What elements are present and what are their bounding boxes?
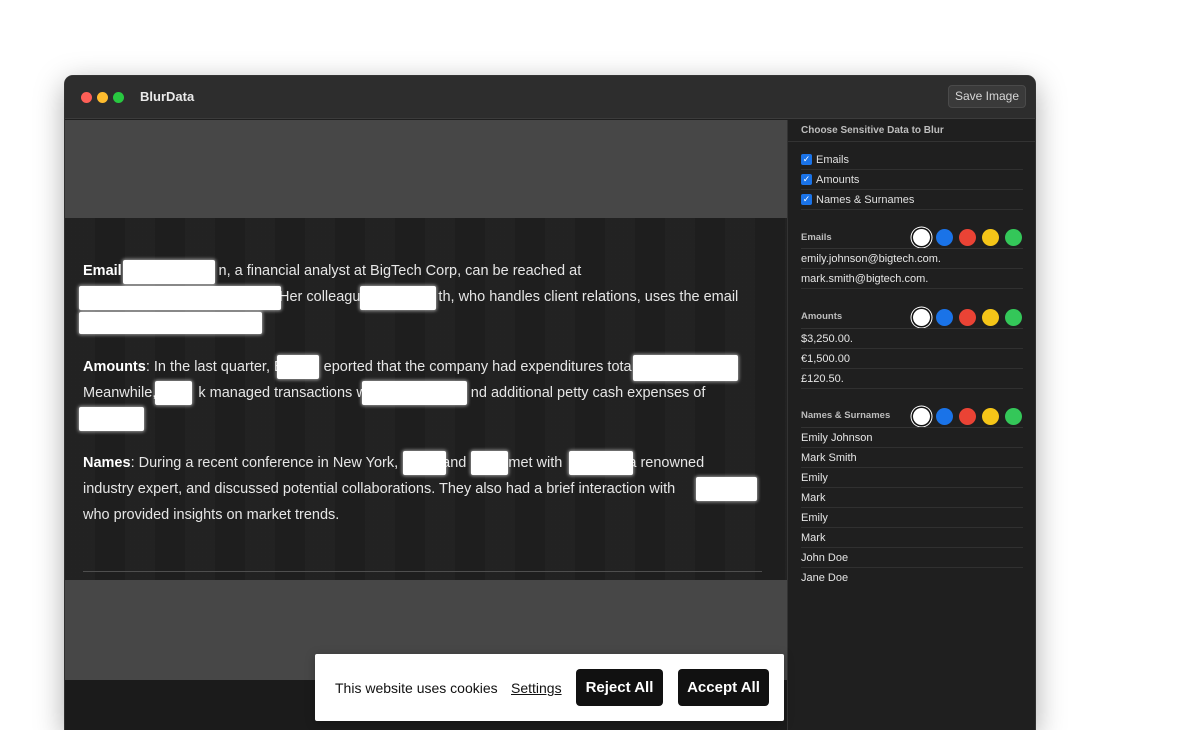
green-swatch[interactable] bbox=[1005, 229, 1022, 246]
amounts-checkbox-row[interactable]: ✓ Amounts bbox=[801, 170, 1023, 190]
emails-color-picker bbox=[913, 229, 1025, 247]
image-canvas: Email: n, a financial analyst at BigTech … bbox=[65, 120, 787, 730]
names-section-title: Names & Surnames bbox=[801, 410, 891, 421]
text-segment: who provided insights on market trends. bbox=[83, 507, 340, 523]
text-segment: eported that the company had expenditure… bbox=[323, 359, 632, 375]
name-item[interactable]: Emily Johnson bbox=[801, 428, 1023, 448]
cookie-message: This website uses cookies bbox=[335, 680, 498, 696]
blur-mask-name[interactable] bbox=[155, 381, 192, 405]
blur-mask-amount[interactable] bbox=[277, 355, 319, 379]
name-item[interactable]: Emily bbox=[801, 468, 1023, 488]
emails-checkbox-row[interactable]: ✓ Emails bbox=[801, 150, 1023, 170]
text-segment: a renowned bbox=[628, 455, 705, 471]
document-divider bbox=[83, 571, 762, 572]
document-image: Email: n, a financial analyst at BigTech … bbox=[65, 218, 787, 580]
accept-all-button[interactable]: Accept All bbox=[678, 669, 769, 706]
white-swatch[interactable] bbox=[913, 408, 930, 425]
email-item[interactable]: mark.smith@bigtech.com. bbox=[801, 269, 1023, 289]
blur-mask-amount[interactable] bbox=[362, 381, 467, 405]
text-segment: n, a financial analyst at BigTech Corp, … bbox=[218, 263, 582, 279]
text-segment: met with bbox=[508, 455, 563, 471]
green-swatch[interactable] bbox=[1005, 309, 1022, 326]
checkbox-checked-icon[interactable]: ✓ bbox=[801, 194, 812, 205]
amount-item[interactable]: €1,500.00 bbox=[801, 349, 1023, 369]
text-segment: industry expert, and discussed potential… bbox=[83, 481, 676, 497]
app-title: BlurData bbox=[140, 89, 195, 104]
checkbox-checked-icon[interactable]: ✓ bbox=[801, 154, 812, 165]
text-segment: th, who handles client relations, uses t… bbox=[438, 289, 739, 305]
app-window: BlurData Save Image Email: n, a financial… bbox=[65, 76, 1035, 730]
blur-mask-name[interactable] bbox=[471, 451, 508, 475]
blur-mask-email[interactable] bbox=[79, 312, 262, 334]
blue-swatch[interactable] bbox=[936, 408, 953, 425]
blur-options-sidebar: Choose Sensitive Data to Blur ✓ Emails ✓… bbox=[787, 120, 1035, 730]
divider bbox=[788, 141, 1035, 142]
name-item[interactable]: Emily bbox=[801, 508, 1023, 528]
cookie-banner: This website uses cookies Settings Rejec… bbox=[315, 654, 784, 721]
blur-mask-email[interactable] bbox=[360, 286, 436, 310]
name-item[interactable]: Mark bbox=[801, 528, 1023, 548]
cookie-settings-link[interactable]: Settings bbox=[511, 680, 562, 696]
blur-mask-amount[interactable] bbox=[79, 407, 144, 431]
name-item[interactable]: John Doe bbox=[801, 548, 1023, 568]
names-color-picker bbox=[913, 408, 1025, 426]
name-item[interactable]: Mark bbox=[801, 488, 1023, 508]
amount-item[interactable]: $3,250.00. bbox=[801, 329, 1023, 349]
text-segment: : During a recent conference in New York… bbox=[130, 455, 399, 471]
minimize-window-button[interactable] bbox=[97, 92, 108, 103]
checkbox-checked-icon[interactable]: ✓ bbox=[801, 174, 812, 185]
title-bar: BlurData Save Image bbox=[65, 76, 1035, 119]
email-item[interactable]: emily.johnson@bigtech.com. bbox=[801, 249, 1023, 269]
amounts-section-title: Amounts bbox=[801, 311, 843, 322]
text-segment: Her colleagu bbox=[279, 289, 361, 305]
name-item[interactable]: Jane Doe bbox=[801, 568, 1023, 588]
red-swatch[interactable] bbox=[959, 408, 976, 425]
canvas-top-band bbox=[65, 120, 787, 218]
red-swatch[interactable] bbox=[959, 229, 976, 246]
amounts-heading: Amounts bbox=[83, 359, 146, 375]
blur-mask-email[interactable] bbox=[123, 260, 215, 284]
zoom-window-button[interactable] bbox=[113, 92, 124, 103]
yellow-swatch[interactable] bbox=[982, 408, 999, 425]
sidebar-header: Choose Sensitive Data to Blur bbox=[801, 125, 944, 136]
blur-mask-name[interactable] bbox=[403, 451, 446, 475]
blur-mask-name[interactable] bbox=[569, 451, 633, 475]
emails-checkbox-label: Emails bbox=[816, 154, 850, 166]
names-heading: Names bbox=[83, 455, 131, 471]
text-segment: : In the last quarter, E bbox=[145, 359, 284, 375]
close-window-button[interactable] bbox=[81, 92, 92, 103]
blur-mask-email[interactable] bbox=[79, 286, 281, 310]
text-segment: Meanwhile, bbox=[83, 385, 157, 401]
blur-mask-amount[interactable] bbox=[633, 355, 738, 381]
names-checkbox-row[interactable]: ✓ Names & Surnames bbox=[801, 190, 1023, 210]
name-item[interactable]: Mark Smith bbox=[801, 448, 1023, 468]
white-swatch[interactable] bbox=[913, 229, 930, 246]
red-swatch[interactable] bbox=[959, 309, 976, 326]
yellow-swatch[interactable] bbox=[982, 229, 999, 246]
reject-all-button[interactable]: Reject All bbox=[576, 669, 663, 706]
email-heading: Email: bbox=[83, 263, 127, 279]
green-swatch[interactable] bbox=[1005, 408, 1022, 425]
names-checkbox-label: Names & Surnames bbox=[816, 194, 915, 206]
blue-swatch[interactable] bbox=[936, 309, 953, 326]
amount-item[interactable]: £120.50. bbox=[801, 369, 1023, 389]
amounts-color-picker bbox=[913, 309, 1025, 327]
amounts-checkbox-label: Amounts bbox=[816, 174, 860, 186]
save-image-button[interactable]: Save Image bbox=[947, 85, 1026, 108]
blue-swatch[interactable] bbox=[936, 229, 953, 246]
yellow-swatch[interactable] bbox=[982, 309, 999, 326]
emails-section-title: Emails bbox=[801, 232, 832, 243]
white-swatch[interactable] bbox=[913, 309, 930, 326]
blur-mask-name[interactable] bbox=[696, 477, 757, 501]
text-segment: nd additional petty cash expenses of bbox=[470, 385, 706, 401]
text-segment: k managed transactions w bbox=[198, 385, 367, 401]
